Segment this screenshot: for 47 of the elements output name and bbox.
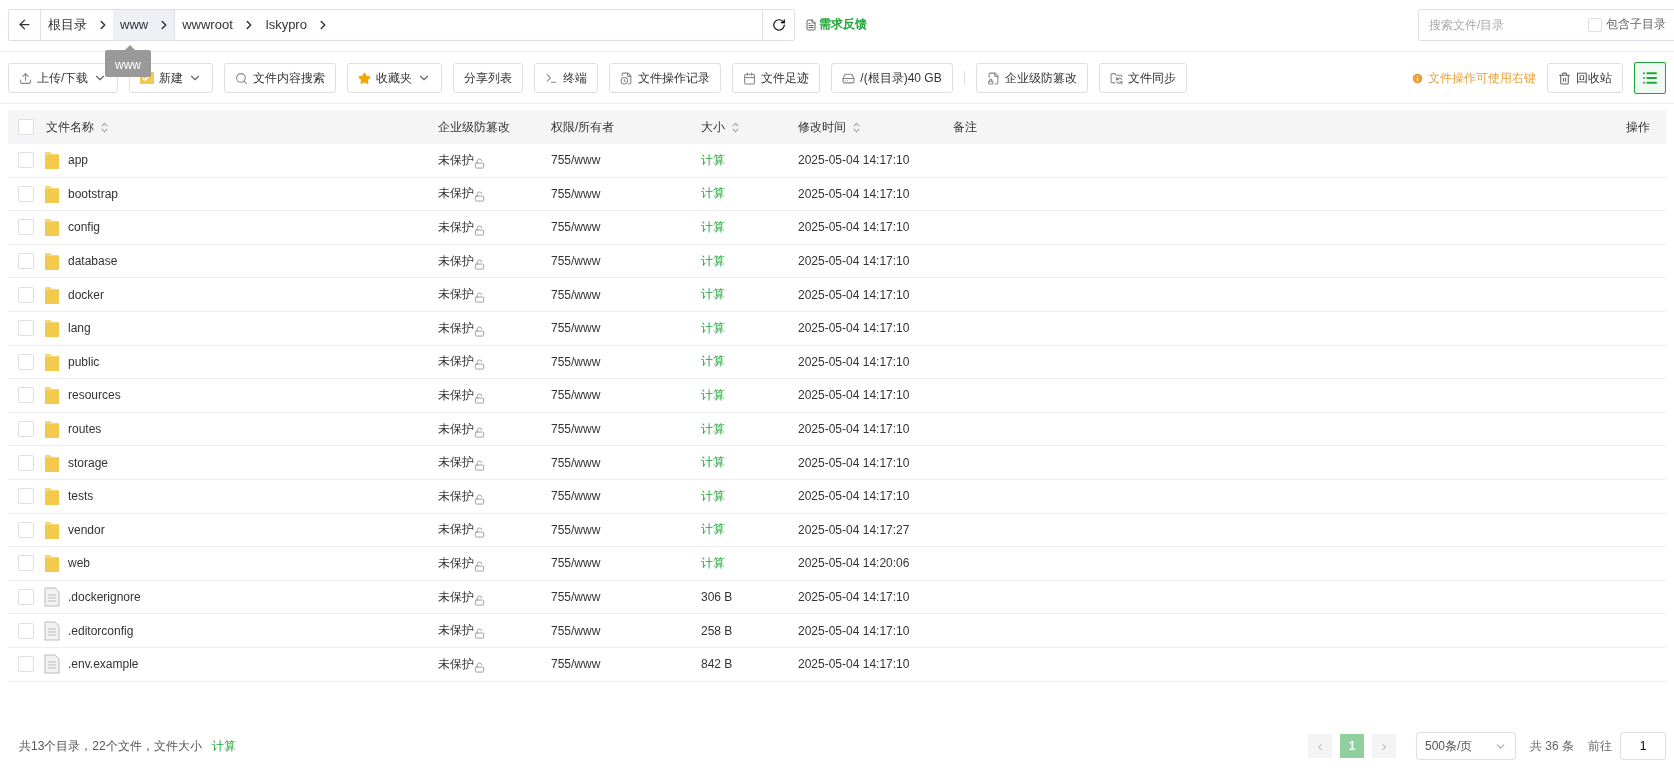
summary-text: 共13个目录，22个文件，文件大小: [19, 737, 202, 755]
column-header: 修改时间: [798, 118, 846, 136]
protection-status: 未保护: [438, 454, 474, 472]
modified-time: 2025-05-04 14:17:10: [798, 254, 911, 269]
modified-time: 2025-05-04 14:17:10: [798, 590, 911, 604]
column-header: 操作: [1626, 118, 1650, 136]
modified-time: 2025-05-04 14:17:10: [798, 220, 911, 235]
column-header: 文件名称: [46, 118, 94, 136]
protection-status: 未保护: [438, 655, 474, 673]
checkbox-label: 包含子目录: [1606, 16, 1666, 33]
modified-time: 2025-05-04 14:17:10: [798, 388, 911, 403]
protection-status: 未保护: [438, 588, 474, 606]
protection-status: 未保护: [438, 521, 474, 539]
modified-time: 2025-05-04 14:17:27: [798, 522, 911, 537]
hint-text: 文件操作可使用右键: [1411, 69, 1536, 87]
protection-status: 未保护: [438, 554, 474, 572]
modified-time: 2025-05-04 14:17:10: [798, 623, 911, 638]
modified-time: 2025-05-04 14:17:10: [798, 455, 911, 470]
protection-status: 未保护: [438, 185, 474, 203]
size-cell-text: 306 B: [701, 590, 734, 604]
modified-time: 2025-05-04 14:17:10: [798, 354, 911, 369]
modified-time: 2025-05-04 14:17:10: [798, 657, 911, 672]
protection-status: 未保护: [438, 487, 474, 505]
protection-status: 未保护: [438, 319, 474, 337]
modified-time: 2025-05-04 14:17:10: [798, 489, 911, 504]
column-header: 备注: [953, 118, 977, 136]
protection-status: 未保护: [438, 219, 474, 236]
modified-time: 2025-05-04 14:17:10: [798, 422, 911, 437]
size-cell-text: 258 B: [701, 623, 734, 638]
modified-time: 2025-05-04 14:20:06: [798, 556, 911, 571]
goto-label: 前往: [1588, 737, 1612, 755]
column-header: 企业级防篡改: [438, 118, 510, 136]
column-header: 权限/所有者: [551, 118, 615, 136]
modified-time: 2025-05-04 14:17:10: [798, 321, 911, 336]
protection-status: 未保护: [438, 622, 474, 640]
protection-status: 未保护: [438, 420, 474, 438]
size-cell-text: 842 B: [701, 657, 734, 672]
protection-status: 未保护: [438, 386, 474, 404]
total-count: 共 36 条: [1530, 737, 1574, 755]
column-header: 大小: [701, 118, 725, 136]
protection-status: 未保护: [438, 353, 474, 371]
protection-status: 未保护: [438, 151, 474, 169]
modified-time: 2025-05-04 14:17:10: [798, 186, 911, 201]
protection-status: 未保护: [438, 252, 474, 270]
modified-time: 2025-05-04 14:17:10: [798, 287, 911, 302]
modified-time: 2025-05-04 14:17:10: [798, 153, 911, 168]
protection-status: 未保护: [438, 286, 474, 304]
